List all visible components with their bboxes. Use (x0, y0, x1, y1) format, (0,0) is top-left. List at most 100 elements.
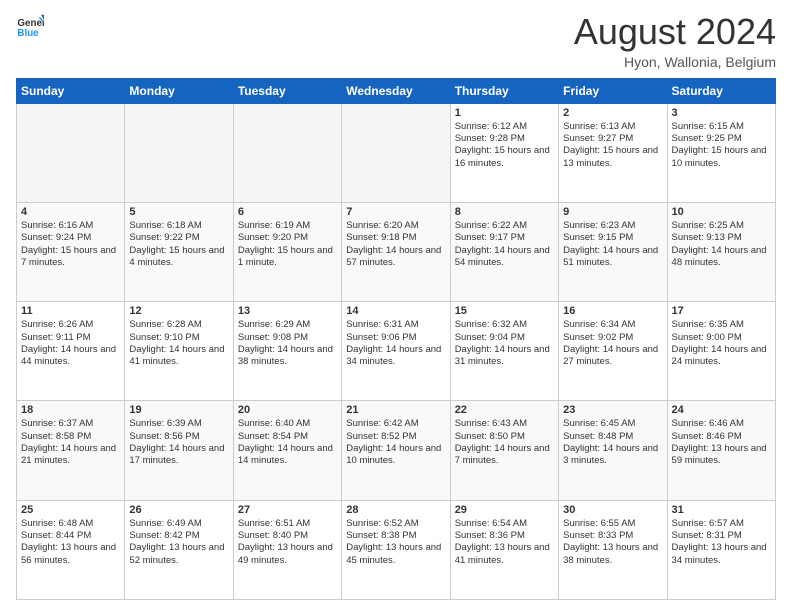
day-number: 30 (563, 504, 662, 516)
daylight-hours: Daylight: 13 hours and 56 minutes. (21, 542, 120, 567)
day-number: 23 (563, 404, 662, 416)
subtitle: Hyon, Wallonia, Belgium (574, 54, 776, 70)
day-number: 2 (563, 107, 662, 119)
table-row: 6Sunrise: 6:19 AMSunset: 9:20 PMDaylight… (233, 202, 341, 301)
col-saturday: Saturday (667, 78, 775, 103)
daylight-hours: Daylight: 14 hours and 34 minutes. (346, 344, 445, 369)
col-monday: Monday (125, 78, 233, 103)
daylight-hours: Daylight: 14 hours and 44 minutes. (21, 344, 120, 369)
daylight-hours: Daylight: 15 hours and 13 minutes. (563, 145, 662, 170)
sunrise: Sunrise: 6:43 AM (455, 418, 554, 430)
daylight-hours: Daylight: 14 hours and 31 minutes. (455, 344, 554, 369)
day-number: 27 (238, 504, 337, 516)
sunrise: Sunrise: 6:15 AM (672, 121, 771, 133)
day-number: 10 (672, 206, 771, 218)
sunset: Sunset: 8:54 PM (238, 431, 337, 443)
sunrise: Sunrise: 6:49 AM (129, 518, 228, 530)
sunrise: Sunrise: 6:55 AM (563, 518, 662, 530)
table-row: 14Sunrise: 6:31 AMSunset: 9:06 PMDayligh… (342, 302, 450, 401)
sunrise: Sunrise: 6:54 AM (455, 518, 554, 530)
sunrise: Sunrise: 6:42 AM (346, 418, 445, 430)
day-number: 5 (129, 206, 228, 218)
sunrise: Sunrise: 6:29 AM (238, 319, 337, 331)
day-number: 7 (346, 206, 445, 218)
day-number: 18 (21, 404, 120, 416)
daylight-hours: Daylight: 13 hours and 49 minutes. (238, 542, 337, 567)
sunrise: Sunrise: 6:31 AM (346, 319, 445, 331)
sunrise: Sunrise: 6:48 AM (21, 518, 120, 530)
day-number: 22 (455, 404, 554, 416)
day-number: 21 (346, 404, 445, 416)
calendar-week-row: 11Sunrise: 6:26 AMSunset: 9:11 PMDayligh… (17, 302, 776, 401)
table-row: 20Sunrise: 6:40 AMSunset: 8:54 PMDayligh… (233, 401, 341, 500)
table-row: 15Sunrise: 6:32 AMSunset: 9:04 PMDayligh… (450, 302, 558, 401)
daylight-hours: Daylight: 14 hours and 3 minutes. (563, 443, 662, 468)
logo-icon: General Blue (16, 12, 44, 40)
daylight-hours: Daylight: 13 hours and 59 minutes. (672, 443, 771, 468)
daylight-hours: Daylight: 14 hours and 41 minutes. (129, 344, 228, 369)
table-row: 22Sunrise: 6:43 AMSunset: 8:50 PMDayligh… (450, 401, 558, 500)
sunrise: Sunrise: 6:34 AM (563, 319, 662, 331)
table-row: 31Sunrise: 6:57 AMSunset: 8:31 PMDayligh… (667, 500, 775, 599)
sunrise: Sunrise: 6:37 AM (21, 418, 120, 430)
day-number: 29 (455, 504, 554, 516)
day-number: 26 (129, 504, 228, 516)
day-number: 11 (21, 305, 120, 317)
daylight-hours: Daylight: 14 hours and 17 minutes. (129, 443, 228, 468)
table-row: 2Sunrise: 6:13 AMSunset: 9:27 PMDaylight… (559, 103, 667, 202)
daylight-hours: Daylight: 14 hours and 57 minutes. (346, 245, 445, 270)
calendar-table: Sunday Monday Tuesday Wednesday Thursday… (16, 78, 776, 600)
sunrise: Sunrise: 6:12 AM (455, 121, 554, 133)
day-number: 16 (563, 305, 662, 317)
daylight-hours: Daylight: 14 hours and 51 minutes. (563, 245, 662, 270)
sunset: Sunset: 9:02 PM (563, 332, 662, 344)
day-number: 20 (238, 404, 337, 416)
table-row: 11Sunrise: 6:26 AMSunset: 9:11 PMDayligh… (17, 302, 125, 401)
day-number: 13 (238, 305, 337, 317)
sunset: Sunset: 9:13 PM (672, 232, 771, 244)
sunrise: Sunrise: 6:22 AM (455, 220, 554, 232)
sunrise: Sunrise: 6:13 AM (563, 121, 662, 133)
col-thursday: Thursday (450, 78, 558, 103)
table-row: 29Sunrise: 6:54 AMSunset: 8:36 PMDayligh… (450, 500, 558, 599)
sunset: Sunset: 8:48 PM (563, 431, 662, 443)
day-number: 9 (563, 206, 662, 218)
title-block: August 2024 Hyon, Wallonia, Belgium (574, 12, 776, 70)
sunrise: Sunrise: 6:35 AM (672, 319, 771, 331)
sunset: Sunset: 8:33 PM (563, 530, 662, 542)
sunset: Sunset: 9:25 PM (672, 133, 771, 145)
table-row: 7Sunrise: 6:20 AMSunset: 9:18 PMDaylight… (342, 202, 450, 301)
sunset: Sunset: 9:08 PM (238, 332, 337, 344)
sunrise: Sunrise: 6:52 AM (346, 518, 445, 530)
table-row: 3Sunrise: 6:15 AMSunset: 9:25 PMDaylight… (667, 103, 775, 202)
table-row (125, 103, 233, 202)
daylight-hours: Daylight: 15 hours and 16 minutes. (455, 145, 554, 170)
calendar-week-row: 18Sunrise: 6:37 AMSunset: 8:58 PMDayligh… (17, 401, 776, 500)
day-number: 31 (672, 504, 771, 516)
sunrise: Sunrise: 6:32 AM (455, 319, 554, 331)
header: General Blue August 2024 Hyon, Wallonia,… (16, 12, 776, 70)
day-number: 14 (346, 305, 445, 317)
calendar-week-row: 4Sunrise: 6:16 AMSunset: 9:24 PMDaylight… (17, 202, 776, 301)
day-number: 8 (455, 206, 554, 218)
sunrise: Sunrise: 6:20 AM (346, 220, 445, 232)
table-row: 5Sunrise: 6:18 AMSunset: 9:22 PMDaylight… (125, 202, 233, 301)
sunset: Sunset: 9:04 PM (455, 332, 554, 344)
daylight-hours: Daylight: 14 hours and 14 minutes. (238, 443, 337, 468)
sunrise: Sunrise: 6:25 AM (672, 220, 771, 232)
day-number: 25 (21, 504, 120, 516)
sunset: Sunset: 9:17 PM (455, 232, 554, 244)
sunset: Sunset: 9:15 PM (563, 232, 662, 244)
daylight-hours: Daylight: 14 hours and 21 minutes. (21, 443, 120, 468)
table-row: 12Sunrise: 6:28 AMSunset: 9:10 PMDayligh… (125, 302, 233, 401)
daylight-hours: Daylight: 14 hours and 48 minutes. (672, 245, 771, 270)
table-row: 18Sunrise: 6:37 AMSunset: 8:58 PMDayligh… (17, 401, 125, 500)
table-row: 13Sunrise: 6:29 AMSunset: 9:08 PMDayligh… (233, 302, 341, 401)
sunrise: Sunrise: 6:26 AM (21, 319, 120, 331)
calendar-week-row: 25Sunrise: 6:48 AMSunset: 8:44 PMDayligh… (17, 500, 776, 599)
logo: General Blue (16, 12, 44, 40)
main-title: August 2024 (574, 12, 776, 52)
day-number: 4 (21, 206, 120, 218)
day-number: 6 (238, 206, 337, 218)
sunset: Sunset: 9:10 PM (129, 332, 228, 344)
